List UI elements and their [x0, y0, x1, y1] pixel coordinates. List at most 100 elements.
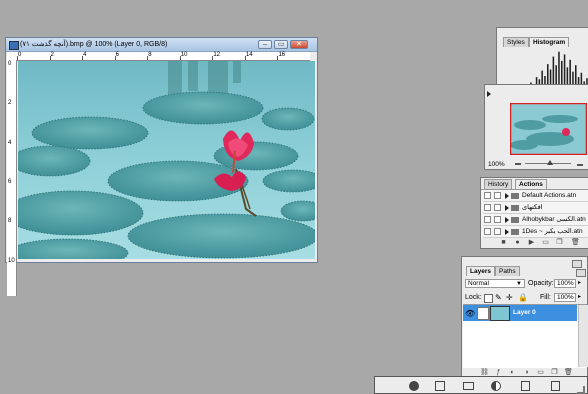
dialog-checkbox[interactable]: [494, 192, 501, 199]
opacity-label: Opacity:: [528, 280, 554, 287]
tab-history[interactable]: History: [484, 179, 513, 189]
expand-triangle-icon[interactable]: [505, 205, 509, 211]
ruler-vertical[interactable]: 0 2 4 6 8 10: [7, 60, 17, 296]
opacity-arrow-icon[interactable]: ▸: [578, 279, 581, 286]
close-button[interactable]: ✕: [290, 40, 308, 49]
toggle-checkbox[interactable]: [484, 204, 491, 211]
lily-pad: [18, 145, 91, 177]
navigator-thumbnail[interactable]: [510, 103, 587, 155]
ruler-tick-label: 10: [8, 257, 15, 264]
tab-layers[interactable]: Layers: [466, 266, 495, 276]
ruler-tick: [212, 56, 214, 60]
expand-triangle-icon[interactable]: [505, 193, 509, 199]
navigator-panel[interactable]: 100%: [484, 84, 588, 170]
new-set-icon[interactable]: ▭: [541, 239, 550, 247]
navigator-zoom-value[interactable]: 100%: [488, 161, 505, 168]
action-set-row[interactable]: Default Actions.atn: [483, 190, 588, 202]
ruler-tick-label: 2: [8, 100, 12, 107]
action-set-name: 1Des ~ الحب بکبر.atn: [522, 228, 583, 235]
zoom-in-icon[interactable]: [577, 158, 583, 166]
stop-icon[interactable]: ■: [499, 239, 508, 247]
dialog-checkbox[interactable]: [494, 204, 501, 211]
lily-pad: [127, 213, 315, 259]
ruler-tick-label: 16: [278, 52, 286, 58]
toggle-checkbox[interactable]: [484, 228, 491, 235]
toggle-checkbox[interactable]: [484, 192, 491, 199]
ruler-tick-label: 14: [245, 52, 253, 58]
ruler-tick: [277, 56, 279, 60]
folder-icon: [511, 229, 519, 235]
lily-pad: [18, 190, 144, 236]
ruler-tick-label: 4: [83, 52, 87, 58]
folder-icon: [511, 205, 519, 211]
resize-grip-icon[interactable]: [577, 386, 585, 394]
ruler-tick-label: 8: [8, 218, 12, 225]
record-icon[interactable]: ●: [513, 239, 522, 247]
image-canvas[interactable]: [18, 61, 315, 259]
blend-mode-select[interactable]: Normal ▼: [465, 279, 525, 288]
fill-arrow-icon[interactable]: ▸: [578, 293, 581, 300]
minimize-button[interactable]: –: [258, 40, 272, 49]
dialog-checkbox[interactable]: [494, 228, 501, 235]
navigator-arrow-icon[interactable]: [487, 91, 491, 97]
action-set-row[interactable]: Alhobykbar الکسی.atn: [483, 214, 588, 226]
ruler-tick: [49, 56, 51, 60]
tab-histogram[interactable]: Histogram: [529, 37, 570, 47]
chevron-down-icon: ▼: [516, 281, 522, 287]
tab-paths[interactable]: Paths: [495, 266, 520, 276]
lock-image-icon[interactable]: ✎: [495, 293, 502, 302]
ruler-tick: [244, 56, 246, 60]
new-layer-icon[interactable]: [521, 381, 530, 391]
brush-link-icon[interactable]: [477, 307, 489, 320]
lily-pad: [31, 116, 149, 150]
fill-field[interactable]: 100%: [554, 293, 576, 302]
lily-pad: [261, 107, 315, 131]
ruler-horizontal[interactable]: 0 2 4 6 8 10 12 14 16: [17, 52, 310, 61]
action-set-row[interactable]: افکتهای: [483, 202, 588, 214]
document-window[interactable]: (آنچه گذشت ۷۱).bmp @ 100% (Layer 0, RGB/…: [5, 37, 318, 296]
ruler-tick-label: 6: [115, 52, 119, 58]
layer-row[interactable]: 👁 Layer 0: [463, 305, 577, 321]
actions-panel[interactable]: History Actions Default Actions.atn افکت…: [480, 177, 588, 249]
dialog-checkbox[interactable]: [494, 216, 501, 223]
layers-scrollbar[interactable]: [578, 305, 588, 367]
layer-style-icon[interactable]: [435, 381, 445, 391]
opacity-field[interactable]: 100%: [554, 279, 576, 288]
zoom-slider-thumb[interactable]: [547, 160, 553, 165]
lock-all-icon[interactable]: 🔒: [518, 293, 528, 302]
ruler-tick-label: 12: [213, 52, 221, 58]
play-icon[interactable]: ▶: [527, 239, 536, 247]
lock-position-icon[interactable]: ✛: [506, 293, 513, 302]
ruler-tick: [114, 56, 116, 60]
tab-actions[interactable]: Actions: [515, 179, 547, 189]
ruler-tick-label: 6: [8, 179, 12, 185]
action-set-row[interactable]: 1Des ~ الحب بکبر.atn: [483, 226, 588, 238]
photoshop-doc-icon: [9, 41, 19, 50]
document-titlebar[interactable]: (آنچه گذشت ۷۱).bmp @ 100% (Layer 0, RGB/…: [6, 38, 317, 52]
expand-triangle-icon[interactable]: [505, 229, 509, 235]
trash-icon[interactable]: 🗑: [571, 239, 580, 247]
lock-transparent-icon[interactable]: [484, 294, 493, 303]
document-title: (آنچه گذشت ۷۱).bmp @ 100% (Layer 0, RGB/…: [20, 41, 168, 48]
trash-icon[interactable]: [551, 381, 560, 391]
restore-button[interactable]: ▭: [274, 40, 288, 49]
adjustment-icon[interactable]: [491, 381, 501, 391]
layers-panel[interactable]: Layers Paths Normal ▼ Opacity: 100% ▸ Lo…: [461, 256, 588, 380]
eye-icon[interactable]: 👁: [465, 309, 475, 318]
panel-menu-icon[interactable]: [572, 260, 582, 268]
expand-triangle-icon[interactable]: [505, 217, 509, 223]
ruler-tick-label: 8: [148, 52, 152, 58]
blend-mode-value: Normal: [468, 280, 489, 287]
folder-icon[interactable]: [463, 382, 474, 390]
new-action-icon[interactable]: ❐: [555, 239, 564, 247]
folder-icon: [511, 193, 519, 199]
lock-label: Lock:: [465, 294, 482, 301]
toggle-checkbox[interactable]: [484, 216, 491, 223]
zoom-out-icon[interactable]: [515, 159, 521, 165]
quick-mask-icon[interactable]: [409, 381, 419, 391]
tab-styles[interactable]: Styles: [503, 37, 529, 47]
ruler-tick: [147, 56, 149, 60]
panel-options-icon[interactable]: [576, 269, 586, 277]
actions-toolbar: ■ ● ▶ ▭ ❐ 🗑: [481, 238, 588, 248]
layer-name[interactable]: Layer 0: [513, 309, 536, 316]
